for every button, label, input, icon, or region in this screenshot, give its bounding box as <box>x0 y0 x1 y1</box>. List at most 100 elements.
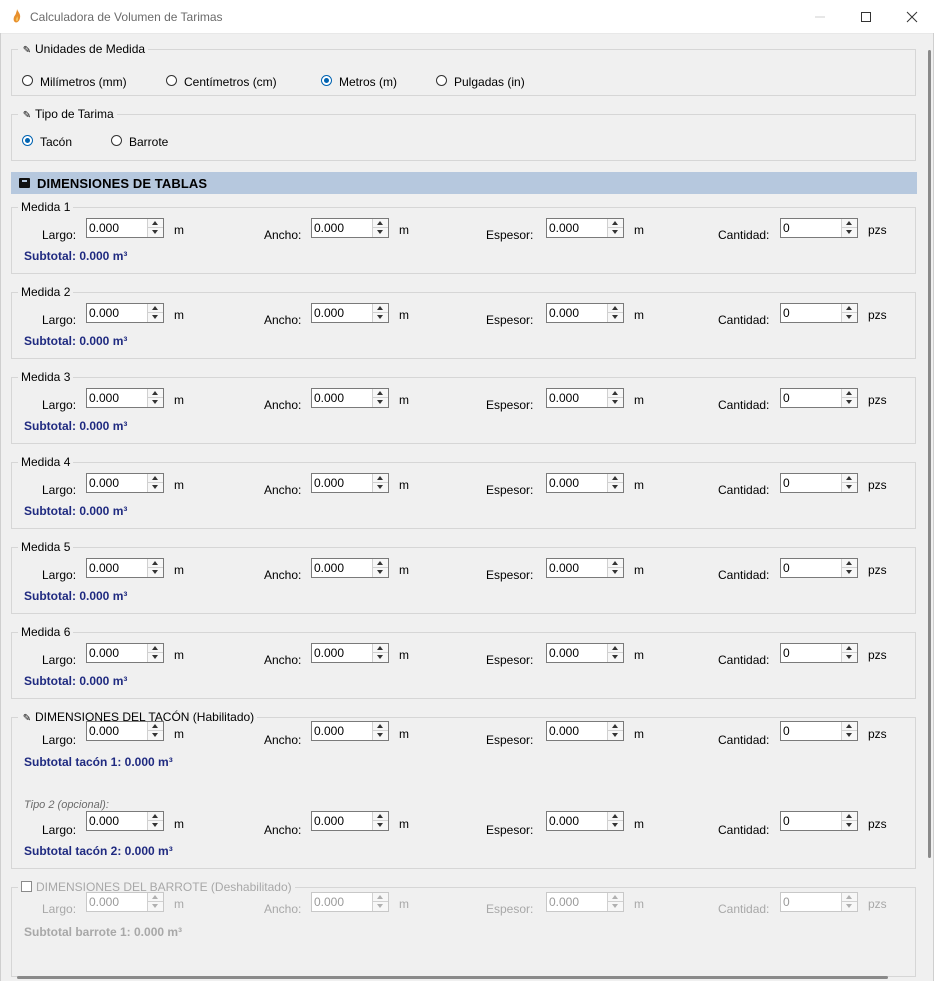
spin-up-button[interactable] <box>148 722 163 731</box>
spin-down-button[interactable] <box>148 313 163 322</box>
measure6-espesor-input[interactable] <box>547 644 607 662</box>
measure6-cantidad-spinbox[interactable] <box>780 643 858 663</box>
measure5-ancho-spinbox[interactable] <box>311 558 389 578</box>
spin-up-button[interactable] <box>842 812 857 821</box>
measure6-largo-input[interactable] <box>87 644 147 662</box>
spin-down-button[interactable] <box>148 653 163 662</box>
horizontal-scroll-thumb[interactable] <box>17 976 888 979</box>
measure4-ancho-spinbox[interactable] <box>311 473 389 493</box>
measure5-cantidad-input[interactable] <box>781 559 841 577</box>
measure1-espesor-input[interactable] <box>547 219 607 237</box>
measure5-espesor-input[interactable] <box>547 559 607 577</box>
spin-up-button[interactable] <box>373 304 388 313</box>
measure5-largo-input[interactable] <box>87 559 147 577</box>
measure2-cantidad-spinbox[interactable] <box>780 303 858 323</box>
spin-up-button[interactable] <box>373 644 388 653</box>
tacon2-espesor-spinbox[interactable] <box>546 811 624 831</box>
measure2-ancho-spinbox[interactable] <box>311 303 389 323</box>
spin-down-button[interactable] <box>842 483 857 492</box>
spin-down-button[interactable] <box>842 313 857 322</box>
spin-up-button[interactable] <box>608 559 623 568</box>
spin-down-button[interactable] <box>148 731 163 740</box>
spin-down-button[interactable] <box>842 568 857 577</box>
measure1-cantidad-input[interactable] <box>781 219 841 237</box>
spin-down-button[interactable] <box>842 228 857 237</box>
close-button[interactable] <box>889 0 934 33</box>
vertical-scroll-thumb[interactable] <box>928 50 931 858</box>
measure4-largo-input[interactable] <box>87 474 147 492</box>
measure4-largo-spinbox[interactable] <box>86 473 164 493</box>
spin-up-button[interactable] <box>373 219 388 228</box>
tacon1-espesor-spinbox[interactable] <box>546 721 624 741</box>
spin-up-button[interactable] <box>608 474 623 483</box>
spin-down-button[interactable] <box>373 821 388 830</box>
barrote-checkbox[interactable] <box>21 881 32 892</box>
spin-down-button[interactable] <box>373 313 388 322</box>
measure1-ancho-input[interactable] <box>312 219 372 237</box>
tacon1-largo-input[interactable] <box>87 722 147 740</box>
spin-up-button[interactable] <box>373 389 388 398</box>
tacon1-largo-spinbox[interactable] <box>86 721 164 741</box>
measure6-espesor-spinbox[interactable] <box>546 643 624 663</box>
spin-down-button[interactable] <box>842 731 857 740</box>
measure6-largo-spinbox[interactable] <box>86 643 164 663</box>
spin-up-button[interactable] <box>842 389 857 398</box>
tacon1-ancho-spinbox[interactable] <box>311 721 389 741</box>
measure3-ancho-spinbox[interactable] <box>311 388 389 408</box>
tacon1-espesor-input[interactable] <box>547 722 607 740</box>
spin-down-button[interactable] <box>608 821 623 830</box>
measure3-largo-input[interactable] <box>87 389 147 407</box>
measure6-ancho-input[interactable] <box>312 644 372 662</box>
tacon2-cantidad-input[interactable] <box>781 812 841 830</box>
spin-up-button[interactable] <box>148 559 163 568</box>
measure4-espesor-spinbox[interactable] <box>546 473 624 493</box>
tacon1-cantidad-spinbox[interactable] <box>780 721 858 741</box>
spin-down-button[interactable] <box>608 228 623 237</box>
spin-up-button[interactable] <box>608 644 623 653</box>
measure5-espesor-spinbox[interactable] <box>546 558 624 578</box>
spin-down-button[interactable] <box>148 228 163 237</box>
spin-down-button[interactable] <box>148 821 163 830</box>
vertical-scrollbar[interactable] <box>922 34 932 970</box>
spin-up-button[interactable] <box>373 559 388 568</box>
spin-up-button[interactable] <box>842 474 857 483</box>
spin-up-button[interactable] <box>148 304 163 313</box>
spin-down-button[interactable] <box>608 398 623 407</box>
tacon2-cantidad-spinbox[interactable] <box>780 811 858 831</box>
measure3-espesor-spinbox[interactable] <box>546 388 624 408</box>
horizontal-scrollbar[interactable] <box>0 968 922 981</box>
measure6-cantidad-input[interactable] <box>781 644 841 662</box>
measure5-largo-spinbox[interactable] <box>86 558 164 578</box>
minimize-button[interactable] <box>797 0 843 33</box>
measure4-cantidad-spinbox[interactable] <box>780 473 858 493</box>
spin-down-button[interactable] <box>373 483 388 492</box>
spin-up-button[interactable] <box>608 219 623 228</box>
spin-up-button[interactable] <box>373 722 388 731</box>
measure3-cantidad-input[interactable] <box>781 389 841 407</box>
spin-up-button[interactable] <box>373 474 388 483</box>
spin-up-button[interactable] <box>842 559 857 568</box>
tacon2-ancho-input[interactable] <box>312 812 372 830</box>
measure2-largo-input[interactable] <box>87 304 147 322</box>
spin-down-button[interactable] <box>842 398 857 407</box>
spin-down-button[interactable] <box>373 731 388 740</box>
measure4-espesor-input[interactable] <box>547 474 607 492</box>
spin-up-button[interactable] <box>148 812 163 821</box>
measure5-ancho-input[interactable] <box>312 559 372 577</box>
measure1-largo-spinbox[interactable] <box>86 218 164 238</box>
spin-up-button[interactable] <box>608 812 623 821</box>
spin-down-button[interactable] <box>608 731 623 740</box>
spin-up-button[interactable] <box>608 722 623 731</box>
spin-down-button[interactable] <box>608 483 623 492</box>
measure2-espesor-spinbox[interactable] <box>546 303 624 323</box>
tacon2-largo-input[interactable] <box>87 812 147 830</box>
measure1-cantidad-spinbox[interactable] <box>780 218 858 238</box>
tacon2-largo-spinbox[interactable] <box>86 811 164 831</box>
measure2-cantidad-input[interactable] <box>781 304 841 322</box>
measure6-ancho-spinbox[interactable] <box>311 643 389 663</box>
spin-down-button[interactable] <box>842 821 857 830</box>
measure3-espesor-input[interactable] <box>547 389 607 407</box>
spin-down-button[interactable] <box>148 398 163 407</box>
measure3-ancho-input[interactable] <box>312 389 372 407</box>
spin-down-button[interactable] <box>373 398 388 407</box>
